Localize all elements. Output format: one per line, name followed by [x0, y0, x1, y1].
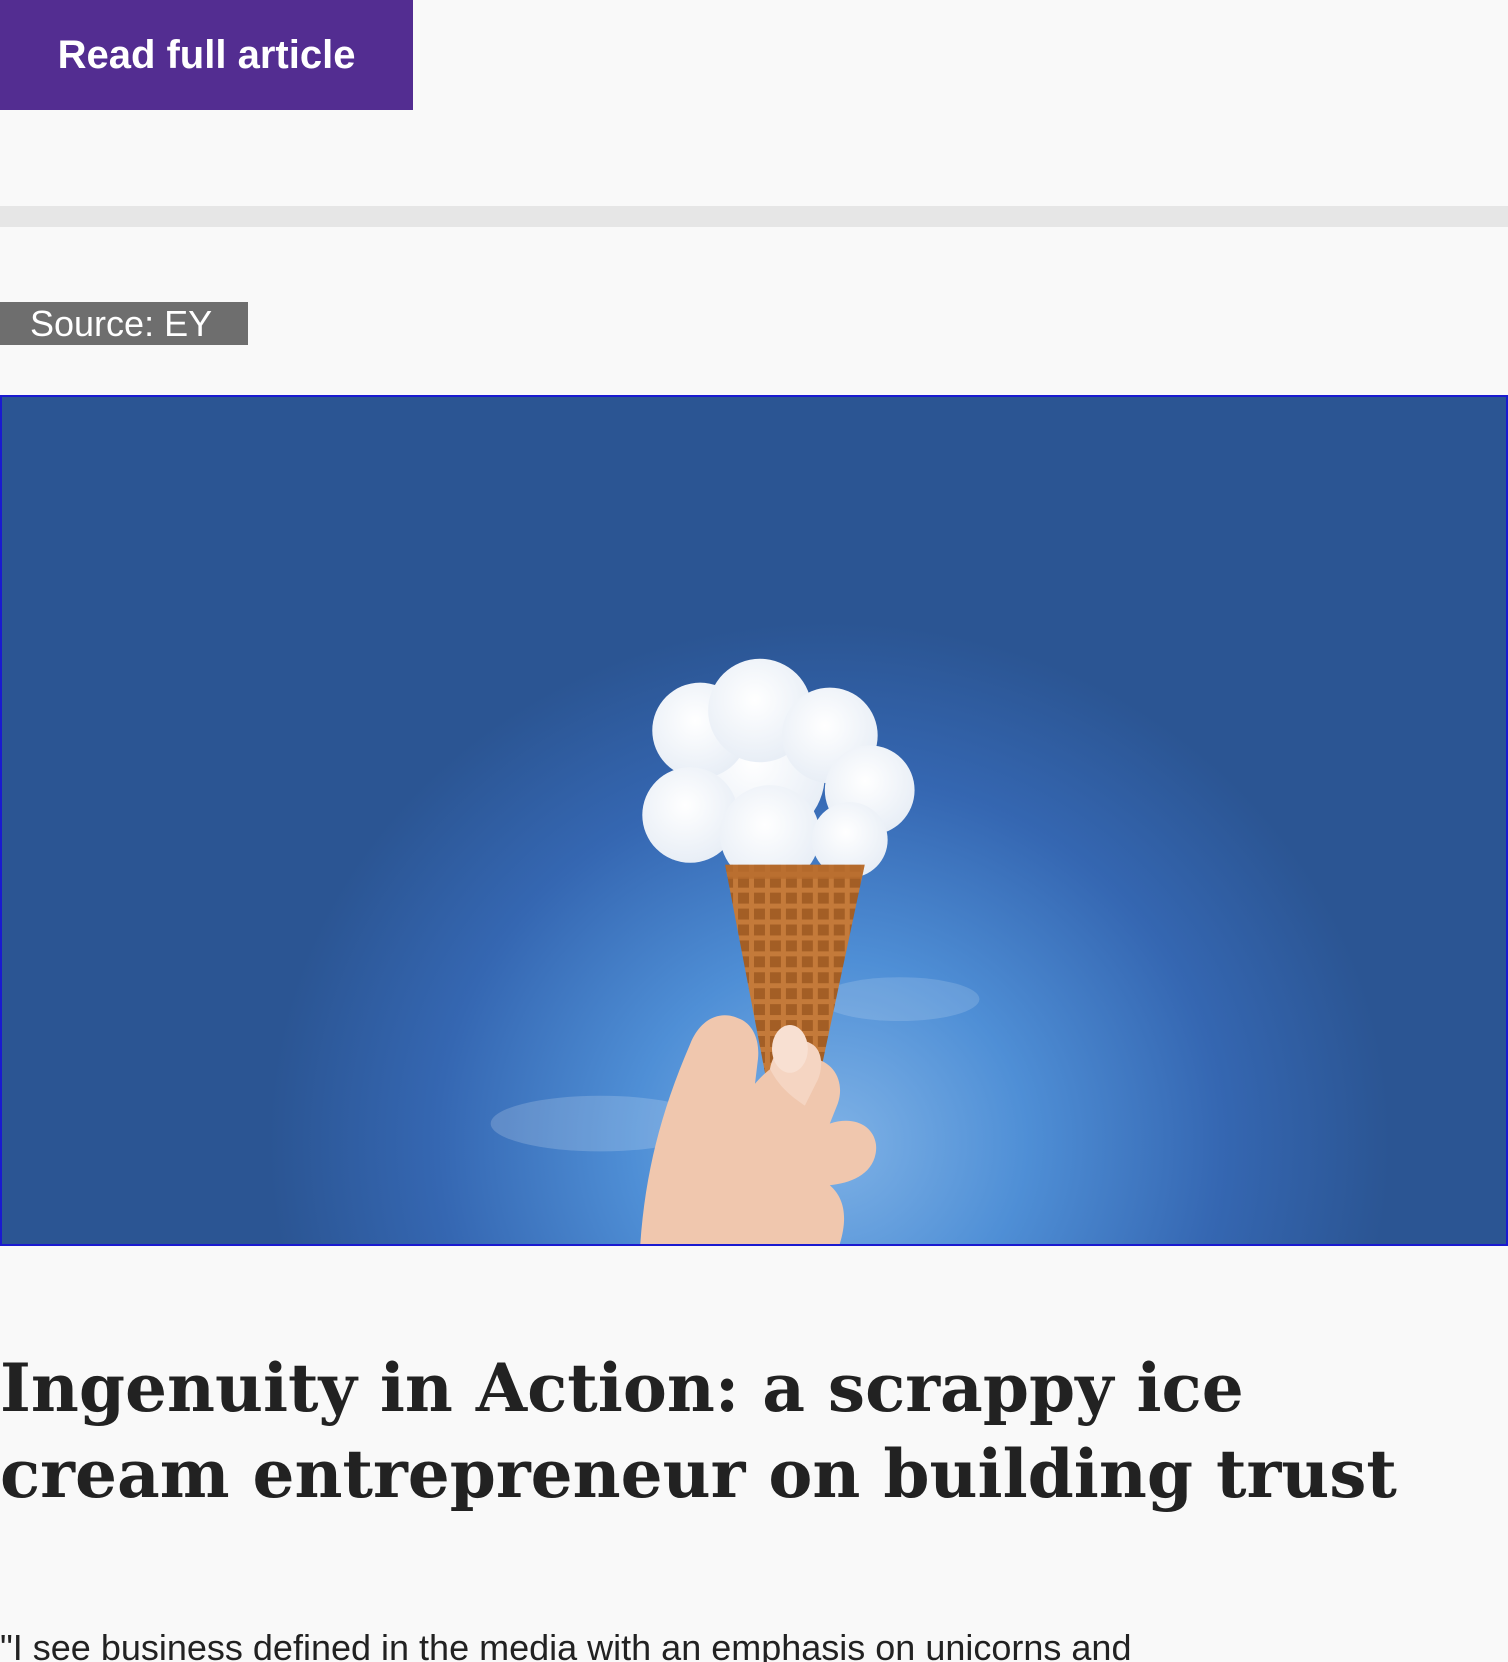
read-full-article-button[interactable]: Read full article	[0, 0, 413, 110]
ice-cream-cloud-icon	[490, 658, 980, 1244]
section-divider	[0, 206, 1508, 227]
source-badge: Source: EY	[0, 302, 248, 345]
article-page: Read full article Source: EY Ingenuity i…	[0, 0, 1508, 1662]
article-title: Ingenuity in Action: a scrappy ice cream…	[0, 1349, 1397, 1513]
article-hero-image[interactable]	[0, 395, 1508, 1246]
article-body-text: "I see business defined in the media wit…	[0, 1627, 1132, 1662]
